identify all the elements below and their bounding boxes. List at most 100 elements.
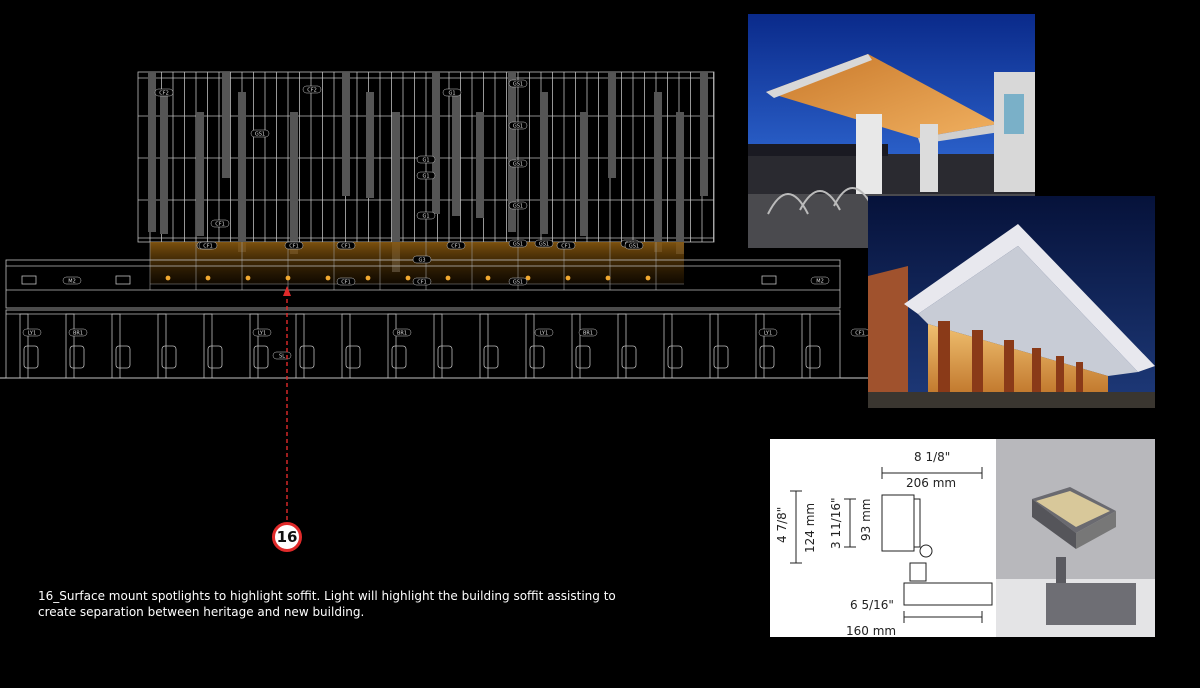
upper-tag: GS1 (534, 239, 554, 248)
spotlight-fixture (565, 275, 571, 281)
svg-text:LY1: LY1 (258, 331, 266, 337)
svg-text:G1: G1 (422, 158, 429, 164)
base-mm-label: 160 mm (846, 624, 896, 637)
heritage-window (437, 345, 453, 369)
width-mm-label: 206 mm (906, 476, 956, 490)
spotlight-fixture (285, 275, 291, 281)
svg-text:LY1: LY1 (764, 331, 772, 337)
callout-marker: 16 (272, 522, 302, 552)
svg-text:CF1: CF1 (203, 244, 213, 250)
fixture-spec-sheet: 8 1/8" 206 mm 4 7/8" 124 mm 3 11/16" 93 … (770, 439, 1155, 638)
upper-tag: GS1 (250, 129, 270, 138)
svg-text:GS1: GS1 (513, 82, 523, 88)
heritage-window (761, 275, 777, 285)
heritage-window (529, 345, 545, 369)
head-inch-label: 3 11/16" (829, 497, 843, 549)
upper-tag: G1 (416, 211, 436, 220)
soffit-tag: GS1 (624, 241, 644, 250)
upper-tag: GS1 (508, 121, 528, 130)
svg-text:GS1: GS1 (539, 242, 549, 248)
svg-text:G1: G1 (422, 174, 429, 180)
svg-text:G1: G1 (422, 214, 429, 220)
pavilion-night-photo (868, 196, 1155, 408)
heritage-window (805, 345, 821, 369)
upper-tag: CF2 (302, 85, 322, 94)
svg-text:G1: G1 (448, 91, 455, 97)
svg-text:M2: M2 (816, 279, 824, 285)
svg-text:CF1: CF1 (451, 244, 461, 250)
spotlight-fixture (245, 275, 251, 281)
soffit-tag: CF1 (336, 241, 356, 250)
upper-tag: G1 (416, 155, 436, 164)
soffit-tag: CF1 (210, 219, 230, 228)
svg-text:CF1: CF1 (341, 280, 351, 286)
upper-tag: GS1 (508, 159, 528, 168)
svg-text:CF1: CF1 (417, 280, 427, 286)
soffit-tag: CF1 (198, 241, 218, 250)
spotlight-fixture (605, 275, 611, 281)
heritage-window (391, 345, 407, 369)
heritage-window (161, 345, 177, 369)
spotlight-fixture (325, 275, 331, 281)
heritage-window (69, 345, 85, 369)
svg-text:CF1: CF1 (561, 244, 571, 250)
heritage-tag: LY1 (252, 328, 272, 337)
spotlight-fixture (165, 275, 171, 281)
upper-tag: CF2 (154, 88, 174, 97)
base-inch-label: 6 5/16" (850, 598, 894, 612)
upper-tag: GS1 (508, 239, 528, 248)
svg-text:GS1: GS1 (629, 244, 639, 250)
svg-text:BR1: BR1 (397, 331, 407, 337)
heritage-window (23, 345, 39, 369)
svg-text:CF1: CF1 (341, 244, 351, 250)
svg-text:M2: M2 (68, 279, 76, 285)
heritage-tag: LY1 (758, 328, 778, 337)
spotlight-fixture (645, 275, 651, 281)
upper-tag: G1 (416, 171, 436, 180)
width-inch-label: 8 1/8" (914, 450, 950, 464)
caption-line-1: 16_Surface mount spotlights to highlight… (38, 589, 616, 603)
svg-text:SL: SL (279, 354, 285, 360)
spotlight-fixture (445, 275, 451, 281)
heritage-window (483, 345, 499, 369)
soffit-tag: CF1 (556, 241, 576, 250)
svg-text:CF1: CF1 (215, 222, 225, 228)
svg-text:CF1: CF1 (289, 244, 299, 250)
soffit-tag: CF1 (336, 277, 356, 286)
heritage-window (621, 345, 637, 369)
heritage-window (21, 275, 37, 285)
svg-text:LY1: LY1 (540, 331, 548, 337)
svg-text:LY1: LY1 (28, 331, 36, 337)
svg-text:CF1: CF1 (855, 331, 865, 337)
spotlight-fixture (485, 275, 491, 281)
heritage-window (253, 345, 269, 369)
heritage-tag: BR1 (578, 328, 598, 337)
heritage-window (299, 345, 315, 369)
svg-text:GS1: GS1 (255, 132, 265, 138)
svg-text:GS1: GS1 (513, 162, 523, 168)
heritage-window (759, 345, 775, 369)
heritage-tag: SL (272, 351, 292, 360)
height-mm-label: 124 mm (803, 503, 817, 553)
heritage-tag: LY1 (534, 328, 554, 337)
heritage-window (713, 345, 729, 369)
soffit-tag: G3 (412, 255, 432, 264)
svg-text:CF2: CF2 (307, 88, 317, 94)
heritage-tag: BR1 (68, 328, 88, 337)
svg-text:GS1: GS1 (513, 242, 523, 248)
svg-text:CF2: CF2 (159, 91, 169, 97)
spotlight-fixture (205, 275, 211, 281)
svg-text:GS1: GS1 (513, 280, 523, 286)
svg-text:BR1: BR1 (73, 331, 83, 337)
heritage-window (207, 345, 223, 369)
heritage-tag: CF1 (850, 328, 870, 337)
callout-number: 16 (276, 528, 298, 546)
heritage-window (115, 275, 131, 285)
svg-text:GS1: GS1 (513, 124, 523, 130)
caption-line-2: create separation between heritage and n… (38, 605, 365, 619)
heritage-tag: LY1 (22, 328, 42, 337)
soffit-tag: CF1 (284, 241, 304, 250)
heritage-tag: BR1 (392, 328, 412, 337)
upper-tag: GS1 (508, 201, 528, 210)
upper-tag: G1 (442, 88, 462, 97)
